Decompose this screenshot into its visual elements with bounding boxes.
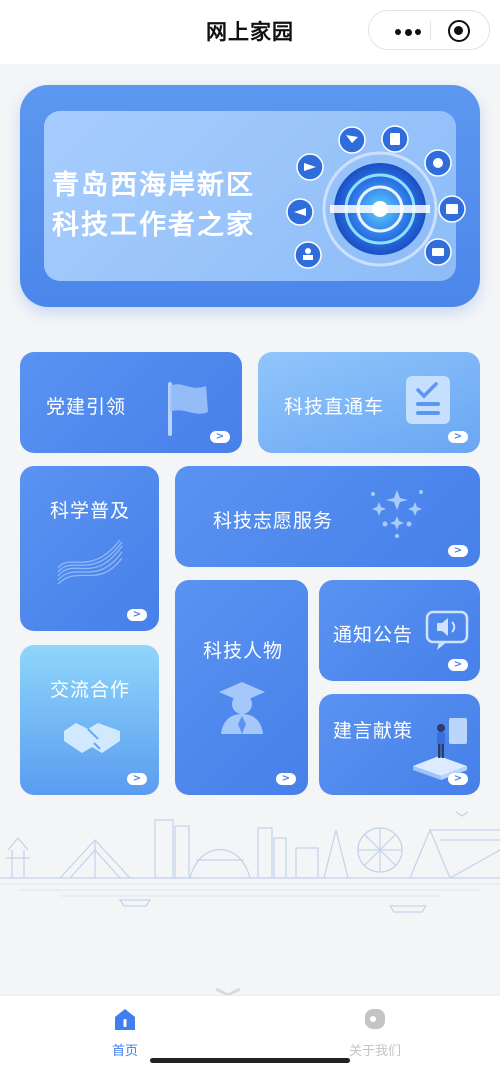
chevron-right-icon: > — [210, 431, 230, 443]
card-label: 科学普及 — [50, 500, 131, 522]
close-miniprogram-icon[interactable] — [448, 20, 470, 42]
wave-icon — [57, 539, 123, 585]
chevron-right-icon: > — [127, 609, 147, 621]
card-label: 交流合作 — [50, 679, 131, 701]
card-label: 科技人物 — [203, 640, 284, 662]
card-party-leadership[interactable]: 党建引领 > — [20, 352, 242, 453]
card-tech-express[interactable]: 科技直通车 > — [258, 352, 480, 453]
tab-about-label: 关于我们 — [348, 1044, 401, 1059]
card-label: 通知公告 — [333, 624, 414, 646]
card-suggestions[interactable]: 建言献策 > — [319, 694, 480, 795]
heart-sparkle-icon — [371, 490, 423, 538]
card-science-popularization[interactable]: 科学普及 > — [20, 466, 159, 631]
bottom-tab-bar: 首页 关于我们 — [0, 995, 500, 1065]
chevron-right-icon: > — [127, 773, 147, 785]
banner-title-line1: 青岛西海岸新区 — [52, 170, 255, 201]
city-skyline-illustration — [0, 811, 500, 913]
tab-home-label: 首页 — [111, 1044, 138, 1059]
chevron-right-icon: > — [448, 773, 468, 785]
graduate-icon — [219, 682, 265, 734]
chevron-right-icon: > — [448, 659, 468, 671]
chevron-right-icon: > — [276, 773, 296, 785]
tab-about-us[interactable]: 关于我们 — [330, 1006, 420, 1059]
more-icon[interactable] — [395, 28, 421, 36]
card-label: 科技志愿服务 — [213, 510, 334, 532]
home-icon — [115, 1009, 135, 1030]
banner-title-line2: 科技工作者之家 — [52, 210, 255, 241]
card-tech-people[interactable]: 科技人物 > — [175, 580, 308, 795]
chevron-right-icon: > — [448, 545, 468, 557]
card-exchange-cooperation[interactable]: 交流合作 > — [20, 645, 159, 795]
card-notice[interactable]: 通知公告 > — [319, 580, 480, 681]
card-tech-volunteer[interactable]: 科技志愿服务 > — [175, 466, 480, 567]
speaker-on-book-icon — [413, 718, 467, 780]
card-label: 科技直通车 — [284, 396, 385, 418]
mini-program-capsule — [368, 10, 490, 50]
speaker-notice-icon — [425, 610, 469, 650]
handshake-icon — [64, 723, 120, 753]
capsule-divider — [430, 21, 431, 40]
tab-home[interactable]: 首页 — [80, 1006, 170, 1059]
tech-hub-illustration — [286, 125, 466, 269]
chevron-right-icon: > — [448, 431, 468, 443]
card-label: 建言献策 — [333, 720, 414, 742]
card-label: 党建引领 — [46, 396, 127, 418]
system-home-indicator — [150, 1058, 350, 1063]
checklist-icon — [406, 376, 450, 424]
top-bar: 网上家园 — [0, 0, 500, 64]
about-us-icon — [365, 1009, 385, 1029]
hero-banner: 青岛西海岸新区 科技工作者之家 — [20, 85, 480, 307]
flag-icon — [168, 382, 208, 436]
